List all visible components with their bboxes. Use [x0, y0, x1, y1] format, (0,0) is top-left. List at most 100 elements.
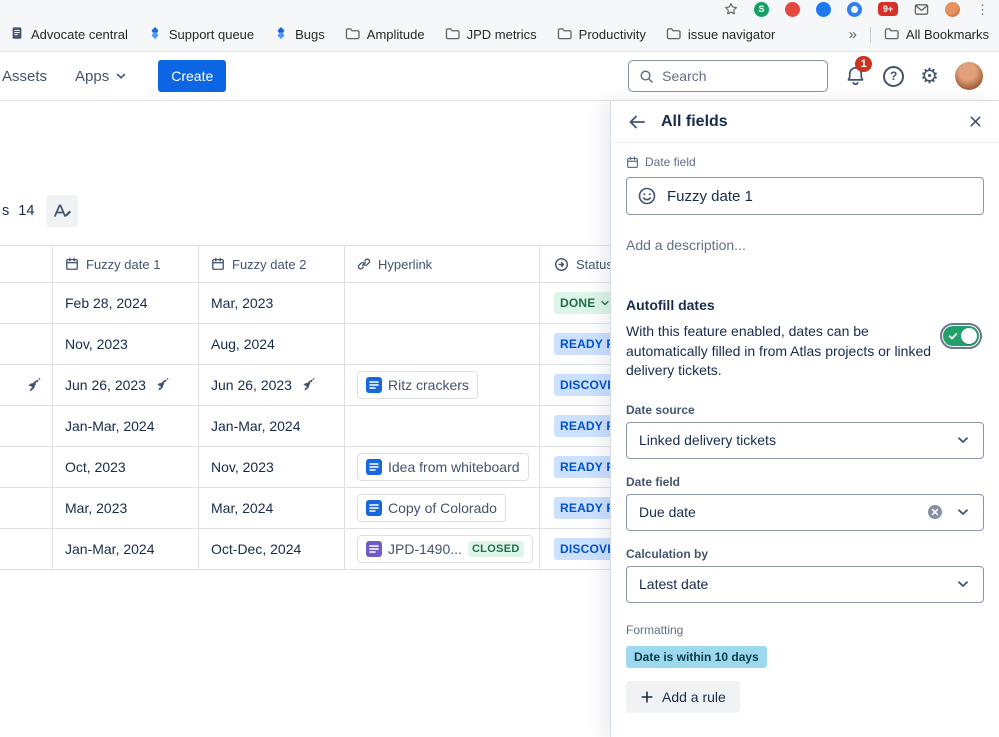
fields-toolbar: s 14: [2, 195, 79, 227]
table-row[interactable]: Oct, 2023 Nov, 2023 Idea from whiteboard…: [0, 447, 661, 488]
status-dropdown[interactable]: DONE: [554, 292, 618, 314]
table-header-fuzzy-date-1[interactable]: Fuzzy date 1: [53, 246, 199, 282]
chevron-down-icon: [955, 432, 971, 448]
plus-icon: [640, 690, 654, 704]
bookmark-folder-productivity[interactable]: Productivity: [557, 27, 646, 43]
formatting-rule-badge[interactable]: Date is within 10 days: [626, 645, 767, 668]
description-placeholder[interactable]: Add a description...: [626, 237, 984, 253]
nav-assets[interactable]: Assets: [2, 68, 47, 85]
cell-fuzzy-date-2[interactable]: Nov, 2023: [199, 447, 345, 487]
extension-icon[interactable]: S: [754, 1, 769, 17]
table-row[interactable]: Jan-Mar, 2024 Jan-Mar, 2024 READY FO: [0, 406, 661, 447]
table-row[interactable]: Nov, 2023 Aug, 2024 READY FO: [0, 324, 661, 365]
jira-icon: [274, 26, 288, 43]
cell-hyperlink[interactable]: Copy of Colorado: [345, 488, 540, 528]
bookmark-folder-jpd-metrics[interactable]: JPD metrics: [445, 27, 537, 43]
calculation-by-select[interactable]: Latest date: [626, 565, 984, 603]
emoji-picker-icon[interactable]: [637, 186, 657, 206]
table-row[interactable]: Jun 26, 2023 Jun 26, 2023 Ritz crackers …: [0, 365, 661, 406]
bookmark-support-queue[interactable]: Support queue: [148, 26, 254, 43]
cell-fuzzy-date-2[interactable]: Jan-Mar, 2024: [199, 406, 345, 446]
extension-icon[interactable]: [847, 1, 862, 17]
browser-profile-avatar[interactable]: [945, 1, 960, 17]
jira-icon: [148, 26, 162, 43]
cell-fuzzy-date-2[interactable]: Mar, 2023: [199, 283, 345, 323]
bookmark-folder-amplitude[interactable]: Amplitude: [345, 27, 425, 43]
app-header: Assets Apps Create 1 ? ⚙: [0, 52, 999, 101]
field-type-label: Date field: [626, 155, 984, 169]
all-bookmarks-button[interactable]: All Bookmarks: [884, 27, 989, 43]
cell-hyperlink[interactable]: JPD-1490... CLOSED: [345, 529, 540, 569]
bookmark-star-icon[interactable]: [724, 2, 738, 16]
divider: [869, 26, 871, 43]
cell-fuzzy-date-1[interactable]: Oct, 2023: [53, 447, 199, 487]
user-avatar[interactable]: [955, 62, 983, 90]
table-header-hyperlink[interactable]: Hyperlink: [345, 246, 540, 282]
cell-fuzzy-date-1[interactable]: Jan-Mar, 2024: [53, 406, 199, 446]
field-name-input[interactable]: Fuzzy date 1: [626, 177, 984, 215]
mail-icon[interactable]: [914, 2, 929, 17]
help-icon[interactable]: ?: [883, 65, 905, 87]
cell-fuzzy-date-2[interactable]: Aug, 2024: [199, 324, 345, 364]
panel-header: All fields: [611, 101, 999, 143]
search-icon: [639, 69, 654, 84]
cell-hyperlink[interactable]: Idea from whiteboard: [345, 447, 540, 487]
cell-fuzzy-date-1[interactable]: Nov, 2023: [53, 324, 199, 364]
create-button[interactable]: Create: [158, 60, 227, 92]
cell-fuzzy-date-2[interactable]: Mar, 2024: [199, 488, 345, 528]
rocket-icon: [302, 378, 316, 392]
cell-hyperlink[interactable]: [345, 406, 540, 446]
date-field-select[interactable]: Due date: [626, 493, 984, 531]
settings-gear-icon[interactable]: ⚙: [920, 66, 939, 87]
hyperlink-chip[interactable]: Copy of Colorado: [357, 494, 506, 522]
notification-badge: 1: [855, 55, 873, 72]
table-header-row: Fuzzy date 1 Fuzzy date 2 Hyperlink Stat…: [0, 245, 661, 283]
back-arrow-icon[interactable]: [627, 112, 647, 132]
folder-icon: [445, 27, 460, 43]
browser-toolbar: S 9+ ⋮: [0, 0, 999, 18]
close-icon[interactable]: [968, 114, 983, 129]
extension-icon[interactable]: [785, 1, 800, 17]
nav-apps-dropdown[interactable]: Apps: [75, 68, 128, 85]
hyperlink-chip[interactable]: JPD-1490... CLOSED: [357, 535, 533, 563]
table-header-fuzzy-date-2[interactable]: Fuzzy date 2: [199, 246, 345, 282]
field-rename-icon: [52, 201, 72, 221]
extension-icon[interactable]: [816, 1, 831, 17]
field-settings-panel: All fields Date field Fuzzy date 1 Add a…: [610, 101, 999, 737]
extension-badge-icon[interactable]: 9+: [878, 2, 898, 16]
bookmarks-overflow-chevron[interactable]: »: [849, 26, 857, 43]
cell-hyperlink[interactable]: Ritz crackers: [345, 365, 540, 405]
table-row[interactable]: Mar, 2023 Mar, 2024 Copy of Colorado REA…: [0, 488, 661, 529]
cell-hyperlink[interactable]: [345, 324, 540, 364]
cell-fuzzy-date-2[interactable]: Jun 26, 2023: [199, 365, 345, 405]
autofill-toggle[interactable]: [940, 323, 982, 349]
add-rule-button[interactable]: Add a rule: [626, 680, 740, 713]
hyperlink-chip[interactable]: Ritz crackers: [357, 371, 478, 399]
link-icon: [357, 257, 371, 271]
search-box[interactable]: [628, 60, 829, 92]
browser-menu-icon[interactable]: ⋮: [976, 3, 989, 16]
hyperlink-chip[interactable]: Idea from whiteboard: [357, 453, 529, 481]
bookmark-bugs[interactable]: Bugs: [274, 26, 325, 43]
table-row[interactable]: Feb 28, 2024 Mar, 2023 DONE: [0, 283, 661, 324]
cell-fuzzy-date-2[interactable]: Oct-Dec, 2024: [199, 529, 345, 569]
cell-fuzzy-date-1[interactable]: Mar, 2023: [53, 488, 199, 528]
clear-selection-icon[interactable]: [927, 504, 943, 520]
chevron-down-icon: [114, 69, 128, 83]
cell-fuzzy-date-1[interactable]: Feb 28, 2024: [53, 283, 199, 323]
cell-fuzzy-date-1[interactable]: Jan-Mar, 2024: [53, 529, 199, 569]
ideas-table: Fuzzy date 1 Fuzzy date 2 Hyperlink Stat…: [0, 245, 661, 570]
search-input[interactable]: [662, 68, 818, 84]
autofill-heading: Autofill dates: [626, 297, 715, 313]
table-row[interactable]: Jan-Mar, 2024 Oct-Dec, 2024 JPD-1490... …: [0, 529, 661, 570]
fields-count-control[interactable]: s 14: [2, 203, 34, 219]
bookmark-folder-issue-navigator[interactable]: issue navigator: [666, 27, 775, 43]
cell-hyperlink[interactable]: [345, 283, 540, 323]
cell-fuzzy-date-1[interactable]: Jun 26, 2023: [53, 365, 199, 405]
bookmark-advocate-central[interactable]: Advocate central: [10, 26, 128, 43]
rename-fields-button[interactable]: [46, 195, 79, 227]
cell-delivery[interactable]: [0, 365, 53, 405]
table-header-delivery: [0, 246, 53, 282]
notifications-bell-icon[interactable]: 1: [844, 55, 873, 88]
date-source-select[interactable]: Linked delivery tickets: [626, 421, 984, 459]
